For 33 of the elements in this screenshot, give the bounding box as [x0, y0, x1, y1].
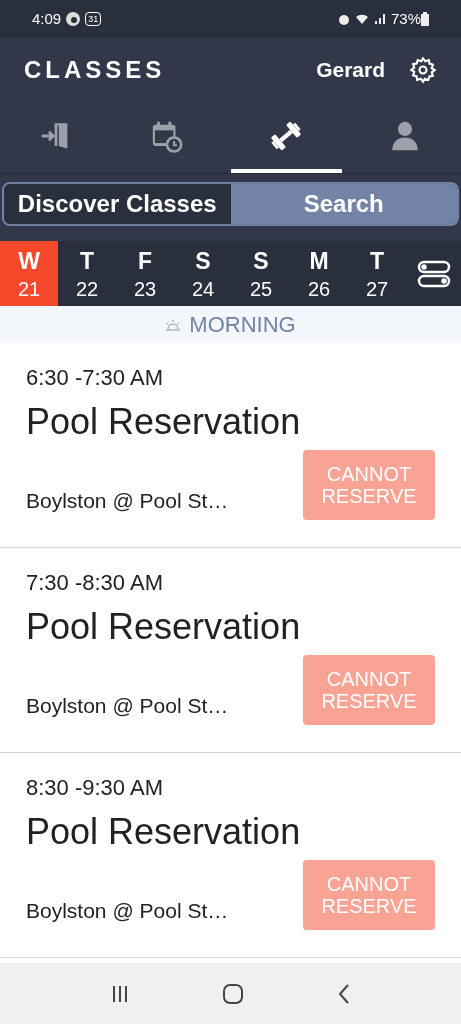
class-location: Boylston @ Pool St…	[26, 692, 229, 719]
toggle-view-icon[interactable]	[416, 259, 451, 288]
home-icon[interactable]	[222, 982, 245, 1005]
class-name: Pool Reservation	[26, 400, 302, 444]
class-time: 8:30 -9:30 AM	[26, 774, 164, 802]
notification-icon	[65, 11, 82, 27]
class-location: Boylston @ Pool St…	[26, 487, 229, 514]
day-tab[interactable]: M 26	[290, 241, 348, 306]
page-title: CLASSES	[24, 55, 166, 85]
segment-tab[interactable]: Search	[230, 184, 457, 224]
wifi-icon	[354, 12, 369, 26]
day-tab[interactable]: T 27	[348, 241, 406, 306]
class-name: Pool Reservation	[26, 810, 302, 854]
day-tab[interactable]: S 24	[174, 241, 232, 306]
day-tab[interactable]: W 21	[0, 241, 58, 306]
class-time: 6:30 -7:30 AM	[26, 364, 164, 392]
calendar-badge: 31	[85, 12, 102, 26]
signal-icon	[372, 12, 387, 26]
section-heading: MORNING	[189, 311, 296, 339]
back-icon[interactable]	[336, 982, 351, 1005]
class-location: Boylston @ Pool St…	[26, 897, 229, 924]
status-time: 4:09	[32, 8, 62, 29]
battery-icon	[421, 12, 429, 26]
settings-icon[interactable]	[409, 56, 437, 84]
sunrise-icon	[165, 318, 182, 331]
user-name[interactable]: Gerard	[316, 54, 385, 86]
segment-tab[interactable]: Discover Classes	[4, 184, 231, 224]
class-name: Pool Reservation	[26, 605, 302, 649]
day-tab[interactable]: T 22	[58, 241, 116, 306]
class-time: 7:30 -8:30 AM	[26, 569, 164, 597]
battery-percent: 73%	[390, 8, 421, 29]
day-tab[interactable]: F 23	[116, 241, 174, 306]
day-tab[interactable]: S 25	[232, 241, 290, 306]
